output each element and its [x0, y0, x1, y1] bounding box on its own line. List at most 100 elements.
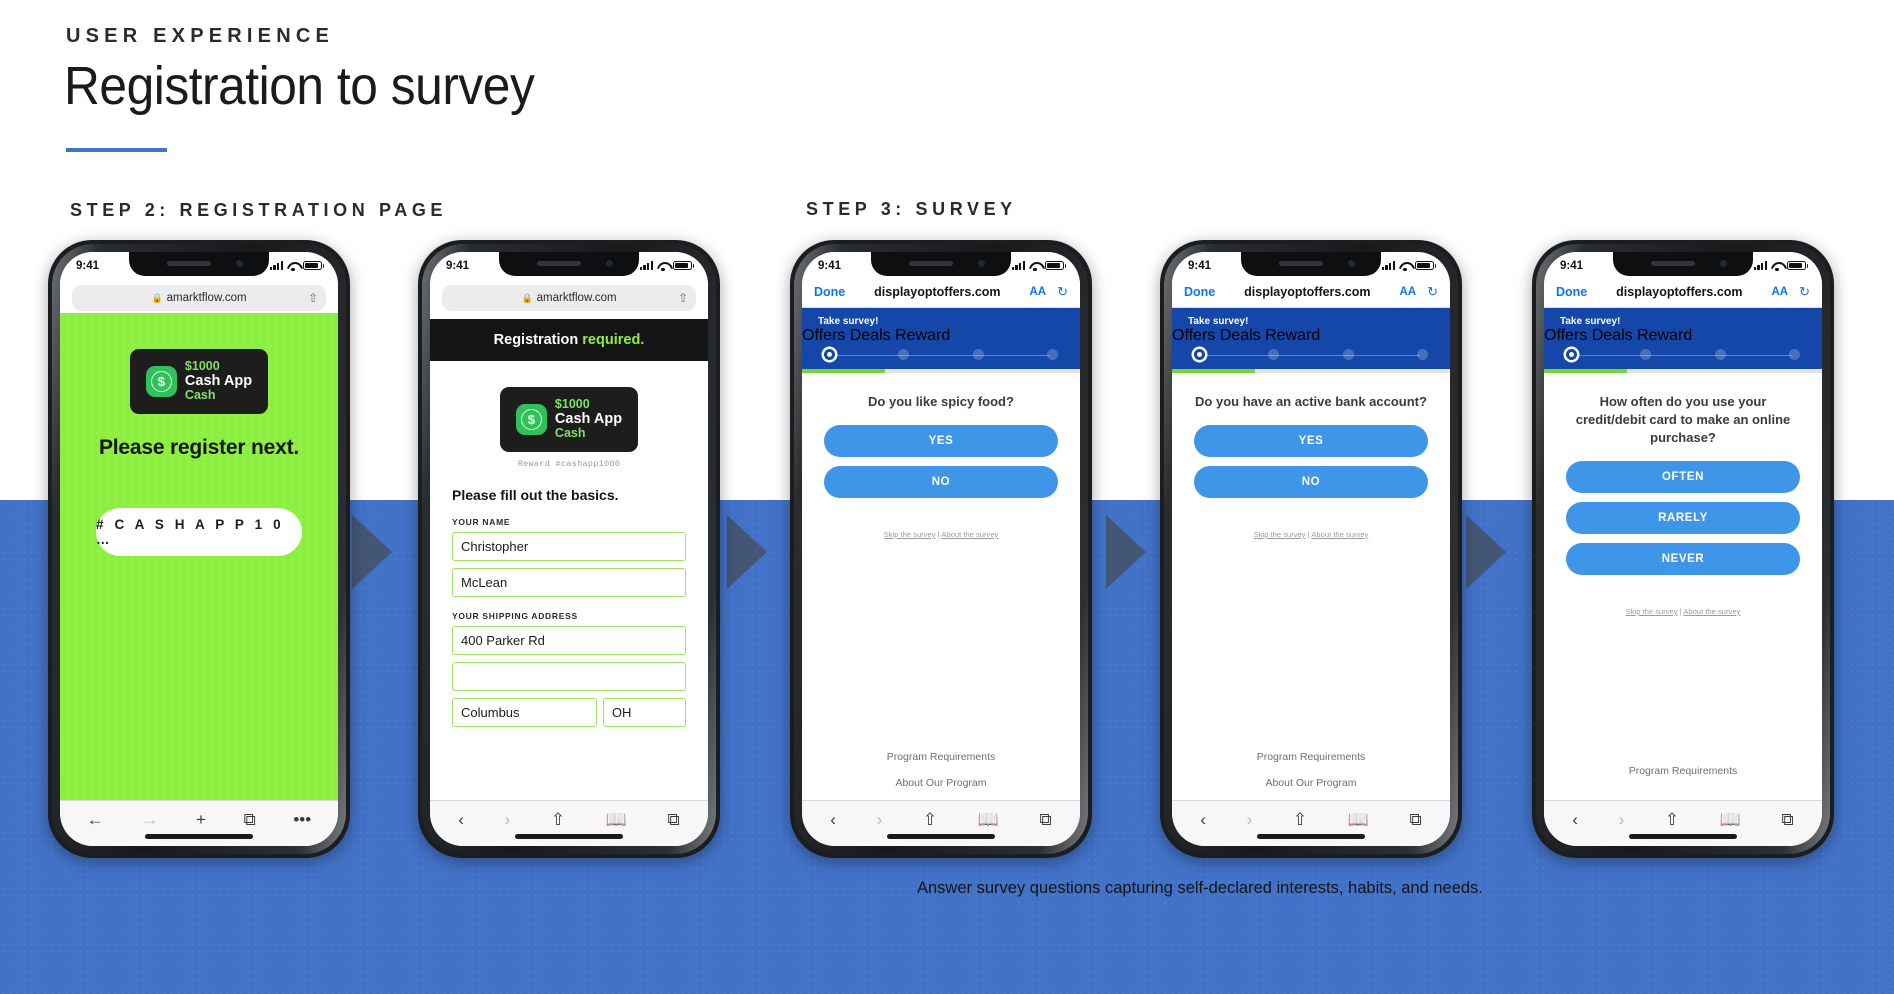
flow-arrow-1-icon — [352, 515, 392, 589]
answer-button-yes[interactable]: YES — [824, 424, 1058, 457]
answer-button-yes[interactable]: YES — [1194, 424, 1428, 457]
step-dot-deals — [972, 349, 984, 360]
skip-survey-links-5[interactable]: Skip the survey | About the survey — [1544, 607, 1822, 616]
answer-button-never[interactable]: NEVER — [1566, 542, 1800, 575]
skip-survey-links-4[interactable]: Skip the survey | About the survey — [1172, 530, 1450, 539]
safari-address-bar-2[interactable]: 🔒 amarktflow.com ⇧ — [430, 279, 708, 319]
hashtag-code-pill[interactable]: # C A S H A P P 1 0 … — [96, 508, 302, 556]
book-icon[interactable]: 📖 — [978, 810, 999, 830]
cash-app-logo-icon: $ — [515, 403, 547, 435]
state-input[interactable]: OH — [602, 697, 686, 727]
home-indicator — [1257, 834, 1365, 839]
city-input[interactable]: Columbus — [452, 697, 597, 727]
wifi-icon — [657, 261, 669, 271]
back-icon[interactable]: ‹ — [1572, 810, 1578, 830]
answer-button-often[interactable]: OFTEN — [1566, 460, 1800, 493]
footer-about-our-program[interactable]: About Our Program — [802, 770, 1080, 796]
add-tab-icon[interactable]: + — [196, 810, 206, 830]
done-button[interactable]: Done — [814, 285, 845, 299]
url-text-2: amarktflow.com — [536, 292, 617, 304]
back-icon[interactable]: ‹ — [1200, 810, 1206, 830]
step-3-label: STEP 3: SURVEY — [806, 199, 1017, 219]
cellular-bars-icon — [639, 261, 653, 270]
tabs-icon[interactable]: ⧉ — [668, 810, 680, 830]
text-size-icon[interactable]: AA — [1771, 286, 1788, 298]
answer-button-no[interactable]: NO — [824, 465, 1058, 498]
about-the-survey-link[interactable]: About the survey — [1683, 607, 1740, 616]
back-icon[interactable]: ‹ — [830, 810, 836, 830]
phone-mockup-3: 9:41 Done displayoptoffers.com AA ↻ Take… — [790, 240, 1092, 858]
step-dot-offers — [1640, 349, 1652, 360]
status-indicators — [269, 260, 325, 271]
home-indicator — [515, 834, 623, 839]
step-progress-track — [1544, 349, 1822, 360]
refresh-icon[interactable]: ↻ — [1427, 284, 1438, 300]
step-dot-reward — [1046, 349, 1058, 360]
tabs-icon[interactable]: ⧉ — [244, 810, 256, 830]
survey-top-bar-4: Done displayoptoffers.com AA ↻ — [1172, 279, 1450, 308]
promo-page-1: $ $1000 Cash App Cash Please register ne… — [60, 313, 338, 800]
footer-program-requirements[interactable]: Program Requirements — [1544, 758, 1822, 784]
footer-program-requirements[interactable]: Program Requirements — [802, 744, 1080, 770]
first-name-input[interactable]: Christopher — [452, 531, 686, 561]
forward-icon[interactable]: › — [505, 810, 511, 830]
share-icon[interactable]: ⇧ — [678, 291, 688, 305]
page-title: Registration to survey — [64, 56, 535, 116]
skip-survey-links-3[interactable]: Skip the survey | About the survey — [802, 530, 1080, 539]
tabs-icon[interactable]: ⧉ — [1040, 810, 1052, 830]
skip-the-survey-link[interactable]: Skip the survey — [1254, 530, 1306, 539]
share-icon[interactable]: ⇧ — [1665, 810, 1679, 830]
forward-icon[interactable]: › — [1247, 810, 1253, 830]
card-amount: $1000 — [184, 359, 220, 373]
back-icon[interactable]: ‹ — [458, 810, 464, 830]
refresh-icon[interactable]: ↻ — [1799, 284, 1810, 300]
forward-icon[interactable]: → — [141, 810, 158, 830]
address-line-2-input[interactable] — [452, 661, 686, 691]
survey-footer-5: Program Requirements — [1544, 758, 1822, 788]
share-icon[interactable]: ⇧ — [551, 810, 565, 830]
skip-the-survey-link[interactable]: Skip the survey — [884, 530, 936, 539]
forward-icon[interactable]: › — [877, 810, 883, 830]
book-icon[interactable]: 📖 — [606, 810, 627, 830]
status-time: 9:41 — [1188, 259, 1212, 272]
refresh-icon[interactable]: ↻ — [1057, 284, 1068, 300]
step-label-reward: Reward — [895, 327, 951, 344]
text-size-icon[interactable]: AA — [1029, 286, 1046, 298]
name-field-label: YOUR NAME — [452, 516, 511, 527]
address-line-1-input[interactable]: 400 Parker Rd — [452, 625, 686, 655]
share-icon[interactable]: ⇧ — [923, 810, 937, 830]
forward-icon[interactable]: › — [1619, 810, 1625, 830]
answer-button-no[interactable]: NO — [1194, 465, 1428, 498]
book-icon[interactable]: 📖 — [1348, 810, 1369, 830]
status-indicators — [1753, 260, 1809, 271]
book-icon[interactable]: 📖 — [1720, 810, 1741, 830]
step-labels-row: Offers Deals Reward — [1172, 327, 1450, 345]
front-camera-icon — [236, 260, 243, 267]
earpiece-speaker — [1279, 261, 1323, 266]
earpiece-speaker — [537, 261, 581, 266]
tabs-icon[interactable]: ⧉ — [1410, 810, 1422, 830]
share-icon[interactable]: ⇧ — [308, 291, 318, 305]
skip-the-survey-link[interactable]: Skip the survey — [1626, 607, 1678, 616]
more-icon[interactable]: ••• — [293, 810, 311, 830]
url-pill-1[interactable]: 🔒 amarktflow.com ⇧ — [72, 285, 326, 311]
done-button[interactable]: Done — [1184, 285, 1215, 299]
footer-program-requirements[interactable]: Program Requirements — [1172, 744, 1450, 770]
answer-button-rarely[interactable]: RARELY — [1566, 501, 1800, 534]
done-button[interactable]: Done — [1556, 285, 1587, 299]
form-heading: Please fill out the basics. — [452, 486, 619, 503]
step-label-reward: Reward — [1637, 327, 1693, 344]
front-camera-icon — [606, 260, 613, 267]
phone-screen-3: 9:41 Done displayoptoffers.com AA ↻ Take… — [802, 252, 1080, 846]
about-the-survey-link[interactable]: About the survey — [941, 530, 998, 539]
footer-about-our-program[interactable]: About Our Program — [1172, 770, 1450, 796]
share-icon[interactable]: ⇧ — [1293, 810, 1307, 830]
text-size-icon[interactable]: AA — [1399, 286, 1416, 298]
slide-caption: Answer survey questions capturing self-d… — [917, 879, 1483, 897]
tabs-icon[interactable]: ⧉ — [1782, 810, 1794, 830]
back-icon[interactable]: ← — [87, 810, 104, 830]
registration-required-banner: Registration required. — [430, 319, 708, 361]
last-name-input[interactable]: McLean — [452, 567, 686, 597]
url-pill-2[interactable]: 🔒 amarktflow.com ⇧ — [442, 285, 696, 311]
about-the-survey-link[interactable]: About the survey — [1311, 530, 1368, 539]
